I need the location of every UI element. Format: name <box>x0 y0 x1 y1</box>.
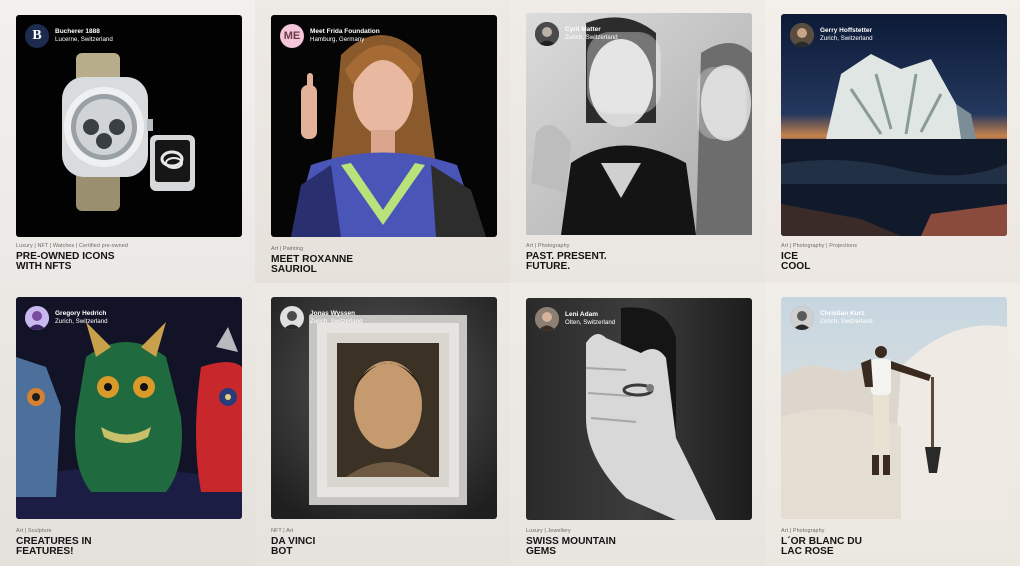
project-tile-lor-blanc: Christian Kurz Zurich, Switzerland Art |… <box>765 283 1020 566</box>
owner-name[interactable]: Bucherer 1888 <box>55 28 113 36</box>
avatar <box>535 22 559 46</box>
card-tags: Art | Sculpture <box>16 528 52 534</box>
project-tile-da-vinci-bot: Jonas Wyssen Zurich, Switzerland NFT | A… <box>255 283 510 566</box>
person-avatar-icon <box>25 306 49 330</box>
card-title[interactable]: DA VINCI BOT <box>271 536 471 557</box>
project-card-image-link[interactable]: Gregory Hedrich Zurich, Switzerland <box>16 297 242 519</box>
owner-location: Zurich, Switzerland <box>310 318 363 325</box>
project-tile-creatures-in-features: Gregory Hedrich Zurich, Switzerland Art … <box>0 283 255 566</box>
card-owner-header: Leni Adam Olten, Switzerland <box>535 307 615 331</box>
owner-name[interactable]: Meet Frida Foundation <box>310 28 380 36</box>
project-tile-meet-roxanne: ME Meet Frida Foundation Hamburg, German… <box>255 0 510 283</box>
project-tile-ice-cool: Gerry Hoffstetter Zurich, Switzerland Ar… <box>765 0 1020 283</box>
avatar <box>535 307 559 331</box>
person-avatar-icon <box>790 306 814 330</box>
owner-name[interactable]: Christian Kurz <box>820 310 873 318</box>
luxury-watch-image <box>16 15 242 237</box>
owner-name[interactable]: Gerry Hoffstetter <box>820 27 873 35</box>
project-card-image-link[interactable]: Cyril Matter Zurich, Switzerland <box>526 13 752 237</box>
project-card-image-link[interactable]: Christian Kurz Zurich, Switzerland <box>781 297 1007 519</box>
project-card-image-link[interactable]: B Bucherer 1888 Lucerne, Switzerland <box>16 15 242 237</box>
card-title[interactable]: PAST. PRESENT. FUTURE. <box>526 251 726 272</box>
avatar <box>25 306 49 330</box>
owner-name[interactable]: Gregory Hedrich <box>55 310 108 318</box>
card-tags: Art | Photography <box>526 243 570 249</box>
owner-name[interactable]: Cyril Matter <box>565 26 618 34</box>
card-title[interactable]: L´OR BLANC DU LAC ROSE <box>781 536 981 557</box>
owner-name[interactable]: Leni Adam <box>565 311 615 319</box>
project-tile-swiss-mountain-gems: Leni Adam Olten, Switzerland Luxury | Je… <box>510 283 765 566</box>
avatar <box>790 306 814 330</box>
owner-location: Zurich, Switzerland <box>820 318 873 325</box>
project-card-image-link[interactable]: Leni Adam Olten, Switzerland <box>526 298 752 520</box>
project-gallery-grid: B Bucherer 1888 Lucerne, Switzerland Lux… <box>0 0 1020 566</box>
card-tags: Luxury | Jewellery <box>526 528 571 534</box>
project-card-image-link[interactable]: Jonas Wyssen Zurich, Switzerland <box>271 297 497 519</box>
card-tags: Luxury | NFT | Watches | Certified pre-o… <box>16 243 128 249</box>
card-owner-header: Christian Kurz Zurich, Switzerland <box>790 306 873 330</box>
portrait-painting-image <box>271 15 497 237</box>
card-owner-header: Gerry Hoffstetter Zurich, Switzerland <box>790 23 873 47</box>
card-tags: Art | Painting <box>271 246 304 252</box>
card-title[interactable]: PRE-OWNED ICONS WITH NFTS <box>16 251 216 272</box>
owner-location: Hamburg, Germany <box>310 36 365 43</box>
person-avatar-icon <box>535 22 559 46</box>
card-title[interactable]: SWISS MOUNTAIN GEMS <box>526 536 726 557</box>
bucherer-logo-icon: B <box>25 24 49 48</box>
owner-location: Olten, Switzerland <box>565 319 616 326</box>
card-title[interactable]: CREATURES IN FEATURES! <box>16 536 216 557</box>
card-owner-header: Cyril Matter Zurich, Switzerland <box>535 22 618 46</box>
creature-sculptures-image <box>16 297 242 519</box>
meet-frida-logo-icon: ME <box>280 24 304 48</box>
card-tags: NFT | Art <box>271 528 294 534</box>
card-title[interactable]: MEET ROXANNE SAURIOL <box>271 254 471 275</box>
person-avatar-icon <box>280 306 304 330</box>
person-avatar-icon <box>535 307 559 331</box>
card-owner-header: Gregory Hedrich Zurich, Switzerland <box>25 306 108 330</box>
card-tags: Art | Photography <box>781 528 825 534</box>
avatar <box>790 23 814 47</box>
face-shield-photo-image <box>526 13 752 235</box>
card-owner-header: B Bucherer 1888 Lucerne, Switzerland <box>25 24 113 48</box>
project-tile-past-present-future: Cyril Matter Zurich, Switzerland Art | P… <box>510 0 765 283</box>
owner-location: Zurich, Switzerland <box>820 35 873 42</box>
iceberg-projection-image <box>781 14 1007 236</box>
card-owner-header: Jonas Wyssen Zurich, Switzerland <box>280 306 363 330</box>
owner-location: Zurich, Switzerland <box>565 34 618 41</box>
card-owner-header: ME Meet Frida Foundation Hamburg, German… <box>280 24 380 48</box>
card-tags: Art | Photography | Projections <box>781 243 858 249</box>
salt-mountain-image <box>781 297 1007 519</box>
owner-location: Lucerne, Switzerland <box>55 36 113 43</box>
card-title[interactable]: ICE COOL <box>781 251 981 272</box>
owner-name[interactable]: Jonas Wyssen <box>310 310 363 318</box>
owner-location: Zurich, Switzerland <box>55 318 108 325</box>
person-avatar-icon <box>790 23 814 47</box>
avatar <box>280 306 304 330</box>
project-tile-pre-owned-icons: B Bucherer 1888 Lucerne, Switzerland Lux… <box>0 0 255 283</box>
project-card-image-link[interactable]: ME Meet Frida Foundation Hamburg, German… <box>271 15 497 237</box>
hand-ring-image <box>526 298 752 520</box>
project-card-image-link[interactable]: Gerry Hoffstetter Zurich, Switzerland <box>781 14 1007 236</box>
framed-portrait-image <box>271 297 497 519</box>
